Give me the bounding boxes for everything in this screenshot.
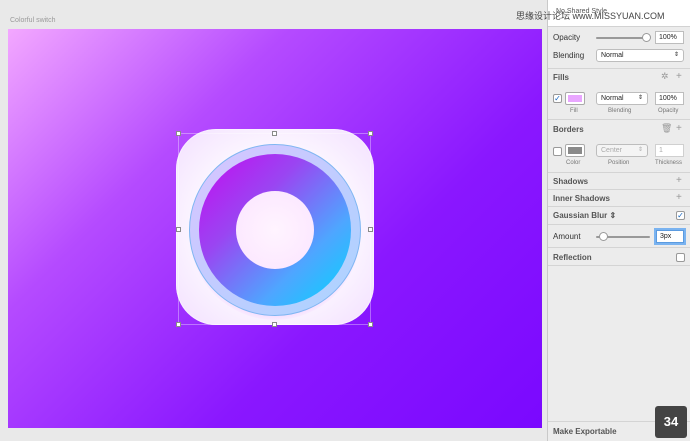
fill-color-swatch[interactable] xyxy=(565,92,585,105)
divider xyxy=(548,206,690,207)
inspector-panel xyxy=(547,0,690,441)
make-exportable-button[interactable]: Make Exportable xyxy=(553,427,617,436)
add-inner-shadow-plus-icon[interactable]: + xyxy=(676,193,682,203)
resize-handle-top-right[interactable] xyxy=(368,131,373,136)
resize-handle-right[interactable] xyxy=(368,227,373,232)
opacity-slider-track[interactable] xyxy=(596,37,646,39)
divider xyxy=(548,224,690,225)
border-position-select[interactable]: Center ⇕ xyxy=(596,144,648,157)
resize-handle-top[interactable] xyxy=(272,131,277,136)
stepper-arrows-icon: ⇕ xyxy=(637,95,643,101)
border-thickness-caption: Thickness xyxy=(655,160,683,166)
blending-label: Blending xyxy=(553,51,585,60)
fill-opacity-caption: Opacity xyxy=(658,108,679,114)
opacity-field[interactable]: 100% xyxy=(655,31,684,44)
divider xyxy=(548,247,690,248)
fill-blending-caption: Blending xyxy=(608,108,632,114)
divider xyxy=(548,265,690,266)
fills-header: Fills xyxy=(553,73,570,82)
border-color-swatch[interactable] xyxy=(565,144,585,157)
resize-handle-top-left[interactable] xyxy=(176,131,181,136)
border-position-value: Center xyxy=(601,147,623,154)
divider xyxy=(548,172,690,173)
gear-icon[interactable]: ✲ xyxy=(661,72,669,81)
reflection-header: Reflection xyxy=(553,253,592,262)
trash-icon[interactable]: 🗑 xyxy=(661,124,672,133)
opacity-label: Opacity xyxy=(553,33,581,42)
divider xyxy=(548,68,690,69)
artboard-title[interactable]: Colorful switch xyxy=(10,17,56,24)
fill-opacity-field[interactable]: 100% xyxy=(655,92,684,105)
add-border-plus-icon[interactable]: + xyxy=(676,124,682,134)
inner-shadows-header: Inner Shadows xyxy=(553,194,610,203)
stepper-arrows-icon: ⇕ xyxy=(637,147,643,153)
amount-field[interactable]: 3px xyxy=(656,230,684,243)
border-position-caption: Position xyxy=(608,160,630,166)
gaussian-blur-header[interactable]: Gaussian Blur ⇕ xyxy=(553,211,616,220)
fill-blending-value: Normal xyxy=(601,95,624,102)
resize-handle-bottom-right[interactable] xyxy=(368,322,373,327)
stepper-arrows-icon: ⇕ xyxy=(609,211,617,220)
reflection-checkbox[interactable] xyxy=(676,253,685,262)
blending-select[interactable]: Normal ⇕ xyxy=(596,49,684,62)
add-fill-plus-icon[interactable]: + xyxy=(676,72,682,82)
fill-blending-select[interactable]: Normal ⇕ xyxy=(596,92,648,105)
border-enabled-checkbox[interactable] xyxy=(553,147,562,156)
fill-color-chip xyxy=(568,95,582,102)
blending-value: Normal xyxy=(601,52,624,59)
selection-box xyxy=(178,133,371,325)
gaussian-blur-checkbox[interactable]: ✓ xyxy=(676,211,685,220)
resize-handle-bottom-left[interactable] xyxy=(176,322,181,327)
border-color-caption: Color xyxy=(566,160,581,166)
add-shadow-plus-icon[interactable]: + xyxy=(676,176,682,186)
divider xyxy=(548,189,690,190)
stepper-arrows-icon: ⇕ xyxy=(673,52,679,58)
amount-label: Amount xyxy=(553,232,581,241)
canvas-workspace[interactable]: Colorful switch xyxy=(0,0,547,441)
border-thickness-field[interactable]: 1 xyxy=(655,144,684,157)
fill-enabled-checkbox[interactable]: ✓ xyxy=(553,94,562,103)
fill-caption: Fill xyxy=(570,108,578,114)
shadows-header: Shadows xyxy=(553,177,589,186)
page-number-badge: 34 xyxy=(655,406,687,438)
amount-slider-knob[interactable] xyxy=(598,232,608,241)
borders-header: Borders xyxy=(553,125,584,134)
border-color-chip xyxy=(568,147,582,154)
opacity-slider-knob[interactable] xyxy=(641,33,651,42)
divider xyxy=(548,119,690,120)
watermark: 思缘设计论坛 www.MISSYUAN.COM xyxy=(516,11,665,21)
gaussian-blur-label: Gaussian Blur xyxy=(553,211,608,220)
resize-handle-bottom[interactable] xyxy=(272,322,277,327)
resize-handle-left[interactable] xyxy=(176,227,181,232)
